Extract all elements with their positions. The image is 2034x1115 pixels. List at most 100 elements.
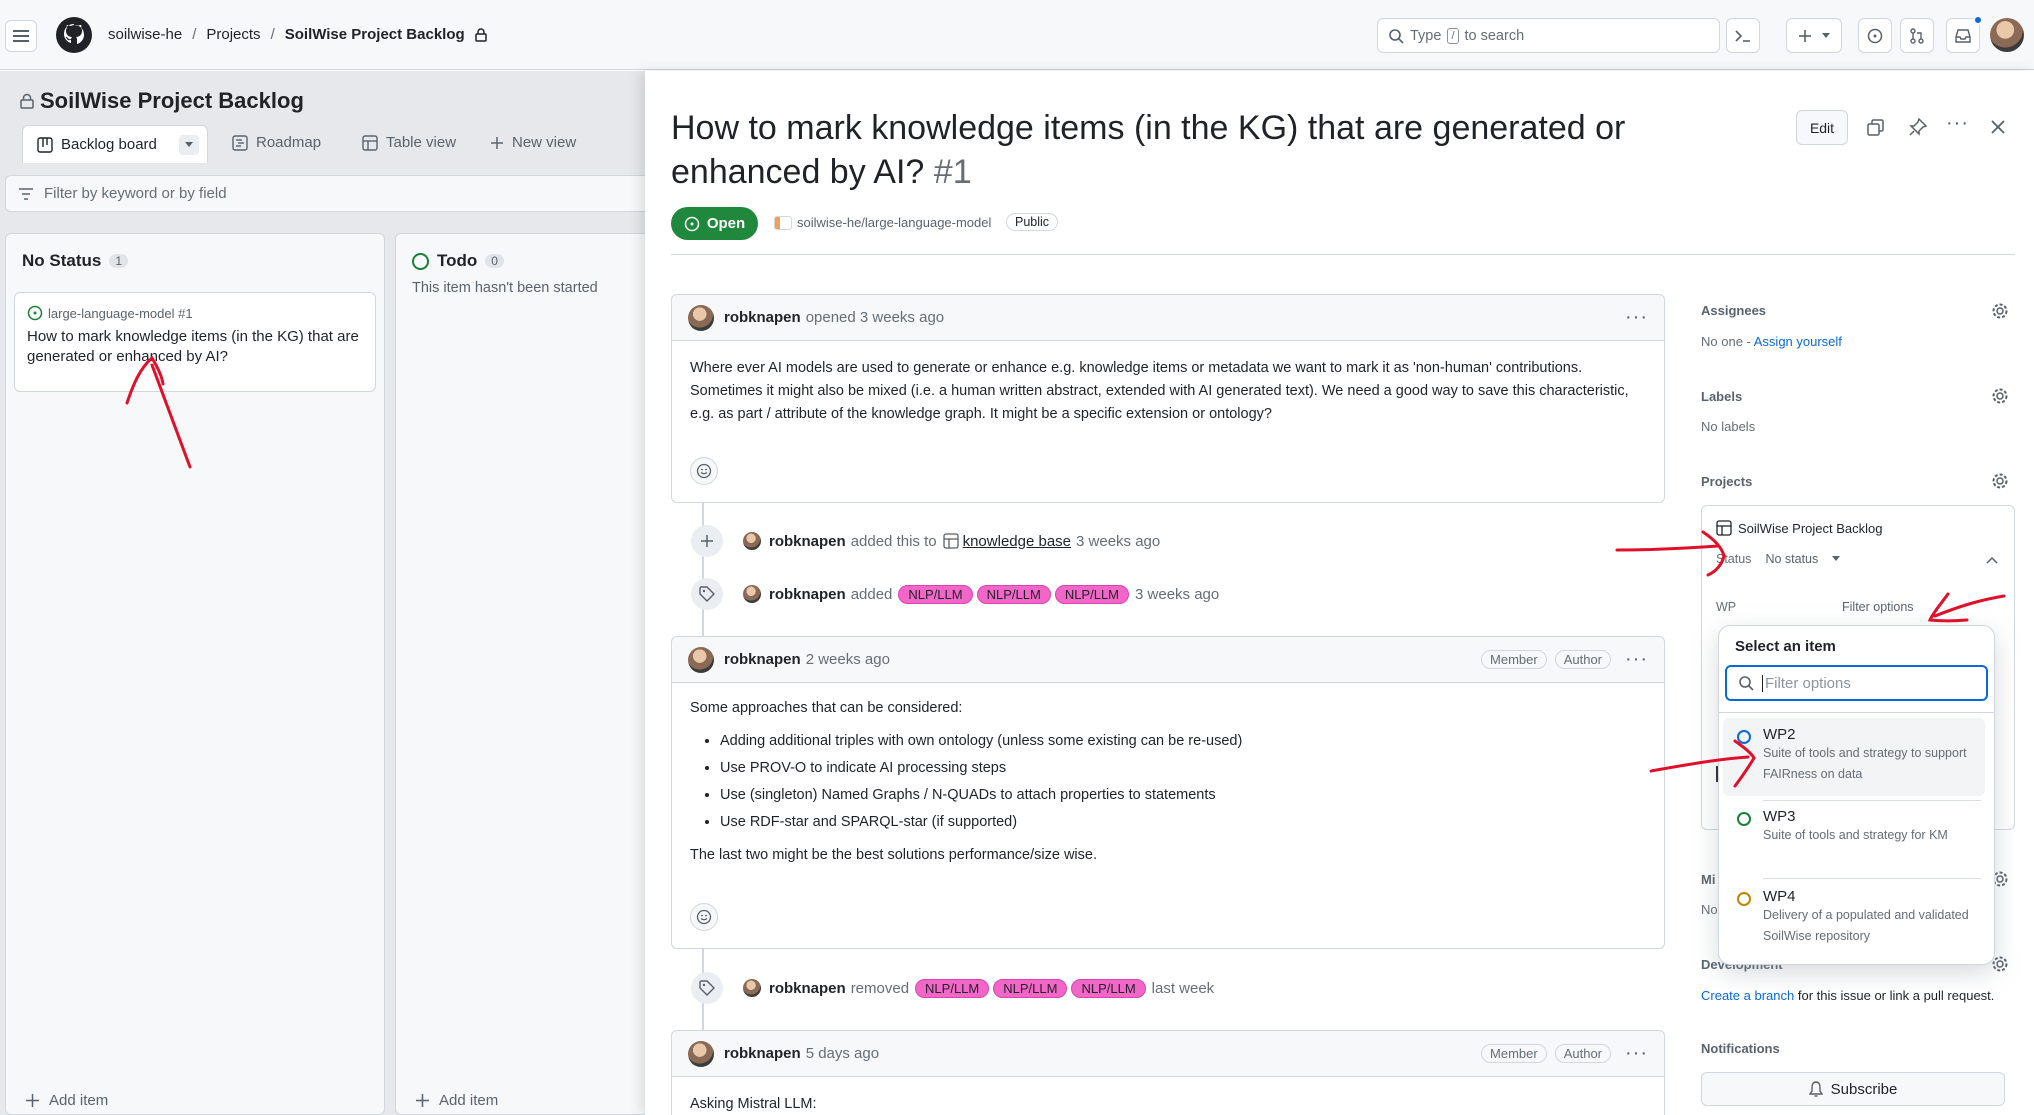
caret-down-icon [184, 141, 193, 147]
board-card[interactable]: large-language-model #1 How to mark know… [14, 292, 376, 392]
status-field[interactable]: Status No status [1716, 552, 1841, 566]
event-avatar[interactable] [743, 979, 761, 997]
dropdown-option-wp3[interactable]: WP3 Suite of tools and strategy for KM [1723, 800, 1985, 878]
issue-comment: robknapen 2 weeks ago Member Author ··· … [671, 636, 1665, 949]
milestone-value-partial: No [1701, 902, 1718, 917]
notifications-title: Notifications [1701, 1041, 1780, 1056]
event-author[interactable]: robknapen [769, 980, 846, 997]
option-name: WP2 [1763, 726, 1796, 743]
tag-icon [691, 972, 723, 1004]
label-chip[interactable]: NLP/LLM [1071, 978, 1146, 998]
label-chip[interactable]: NLP/LLM [898, 584, 973, 604]
comment-meta: 2 weeks ago [805, 651, 890, 668]
filter-bar[interactable]: Filter by keyword or by field [5, 175, 645, 212]
title-divider [671, 254, 2015, 255]
event-author[interactable]: robknapen [769, 533, 846, 550]
gear-icon[interactable] [1991, 302, 2009, 320]
dropdown-option-wp2[interactable]: WP2 Suite of tools and strategy to suppo… [1723, 718, 1985, 796]
issue-comment: robknapen opened 3 weeks ago ··· Where e… [671, 294, 1665, 503]
edit-label: Edit [1809, 119, 1835, 136]
breadcrumb-project[interactable]: SoilWise Project Backlog [285, 26, 465, 43]
comment-avatar[interactable] [688, 1040, 714, 1067]
label-chip[interactable]: NLP/LLM [976, 584, 1051, 604]
more-options-icon[interactable]: ··· [1946, 112, 1969, 135]
breadcrumb-org[interactable]: soilwise-he [108, 26, 182, 43]
event-target-link[interactable]: knowledge base [963, 533, 1071, 550]
assign-yourself-link[interactable]: Assign yourself [1754, 334, 1842, 349]
github-logo-icon[interactable] [56, 17, 92, 53]
search-input[interactable]: Type / to search [1377, 18, 1720, 53]
create-new-button[interactable] [1786, 18, 1842, 53]
visibility-badge: Public [1006, 213, 1059, 231]
label-chip[interactable]: NLP/LLM [993, 978, 1068, 998]
view-tab-backlog-board[interactable]: Backlog board [22, 125, 208, 163]
option-description: Suite of tools and strategy for KM [1763, 828, 1948, 842]
event-avatar[interactable] [743, 585, 761, 603]
view-options-button[interactable] [178, 134, 199, 155]
gear-icon[interactable] [1991, 387, 2009, 405]
add-reaction-button[interactable] [690, 903, 718, 931]
view-tab-label: New view [512, 134, 577, 151]
comment-avatar[interactable] [688, 304, 714, 331]
edit-button[interactable]: Edit [1796, 110, 1848, 145]
view-tab-roadmap[interactable]: Roadmap [232, 134, 321, 151]
comment-header: robknapen 2 weeks ago Member Author ··· [672, 637, 1664, 683]
breadcrumb-separator: / [270, 26, 275, 43]
chevron-up-icon[interactable] [1986, 556, 1998, 564]
caret-down-icon [1822, 32, 1830, 38]
dropdown-filter-placeholder: Filter options [1762, 674, 1851, 692]
add-item-button[interactable]: Add item [416, 1092, 498, 1109]
dropdown-option-wp4[interactable]: WP4 Delivery of a populated and validate… [1723, 880, 1985, 958]
pull-requests-button[interactable] [1900, 18, 1934, 53]
close-icon[interactable] [1991, 120, 2005, 134]
status-field-value: No status [1765, 552, 1819, 566]
issue-opened-icon [27, 305, 43, 321]
comment-options-icon[interactable]: ··· [1625, 648, 1648, 671]
repo-avatar [774, 215, 792, 230]
label-chip[interactable]: NLP/LLM [1054, 584, 1130, 604]
issue-comment: robknapen 5 days ago Member Author ··· A… [671, 1030, 1665, 1115]
user-avatar[interactable] [1990, 18, 2024, 52]
add-item-label: Add item [439, 1092, 499, 1109]
board-column-no-status: No Status 1 large-language-model #1 How … [5, 233, 385, 1115]
command-palette-button[interactable] [1726, 18, 1760, 53]
wp-field-value[interactable]: Filter options [1842, 600, 1914, 614]
dropdown-title: Select an item [1735, 638, 1836, 655]
create-branch-link[interactable]: Create a branch [1701, 988, 1794, 1003]
column-count: 1 [109, 254, 129, 268]
breadcrumb-projects[interactable]: Projects [206, 26, 260, 43]
inbox-icon [1955, 28, 1971, 43]
notification-dot [1973, 15, 1983, 25]
comment-author[interactable]: robknapen [724, 651, 801, 668]
add-reaction-button[interactable] [690, 457, 718, 485]
label-chip[interactable]: NLP/LLM [915, 978, 990, 998]
event-author[interactable]: robknapen [769, 586, 846, 603]
pin-icon[interactable] [1909, 118, 1927, 136]
repo-link[interactable]: soilwise-he/large-language-model [774, 215, 991, 230]
terminal-icon [1735, 29, 1750, 42]
gear-icon[interactable] [1991, 472, 2009, 490]
tag-icon [691, 578, 723, 610]
comment-options-icon[interactable]: ··· [1625, 306, 1648, 329]
comment-author[interactable]: robknapen [724, 309, 801, 326]
repo-name: soilwise-he/large-language-model [797, 215, 992, 230]
event-avatar[interactable] [743, 532, 761, 550]
dropdown-filter-input[interactable]: Filter options [1725, 665, 1988, 701]
option-name: WP4 [1763, 888, 1796, 905]
comment-author[interactable]: robknapen [724, 1045, 801, 1062]
comment-body: Some approaches that can be considered: … [672, 683, 1664, 883]
project-card-header[interactable]: SoilWise Project Backlog [1716, 520, 1883, 536]
issues-button[interactable] [1858, 18, 1892, 53]
new-view-button[interactable]: New view [490, 134, 576, 151]
comment-body: Where ever AI models are used to generat… [690, 360, 1629, 422]
assignees-value: No one - Assign yourself [1701, 334, 1842, 349]
copy-icon[interactable] [1867, 119, 1885, 137]
add-item-button[interactable]: Add item [26, 1092, 108, 1109]
state-badge: Open [671, 207, 758, 240]
view-tab-table[interactable]: Table view [362, 134, 456, 151]
card-title[interactable]: How to mark knowledge items (in the KG) … [27, 327, 363, 367]
hamburger-menu-button[interactable] [5, 20, 37, 52]
comment-avatar[interactable] [688, 646, 714, 673]
subscribe-button[interactable]: Subscribe [1701, 1072, 2005, 1106]
comment-options-icon[interactable]: ··· [1625, 1042, 1648, 1065]
